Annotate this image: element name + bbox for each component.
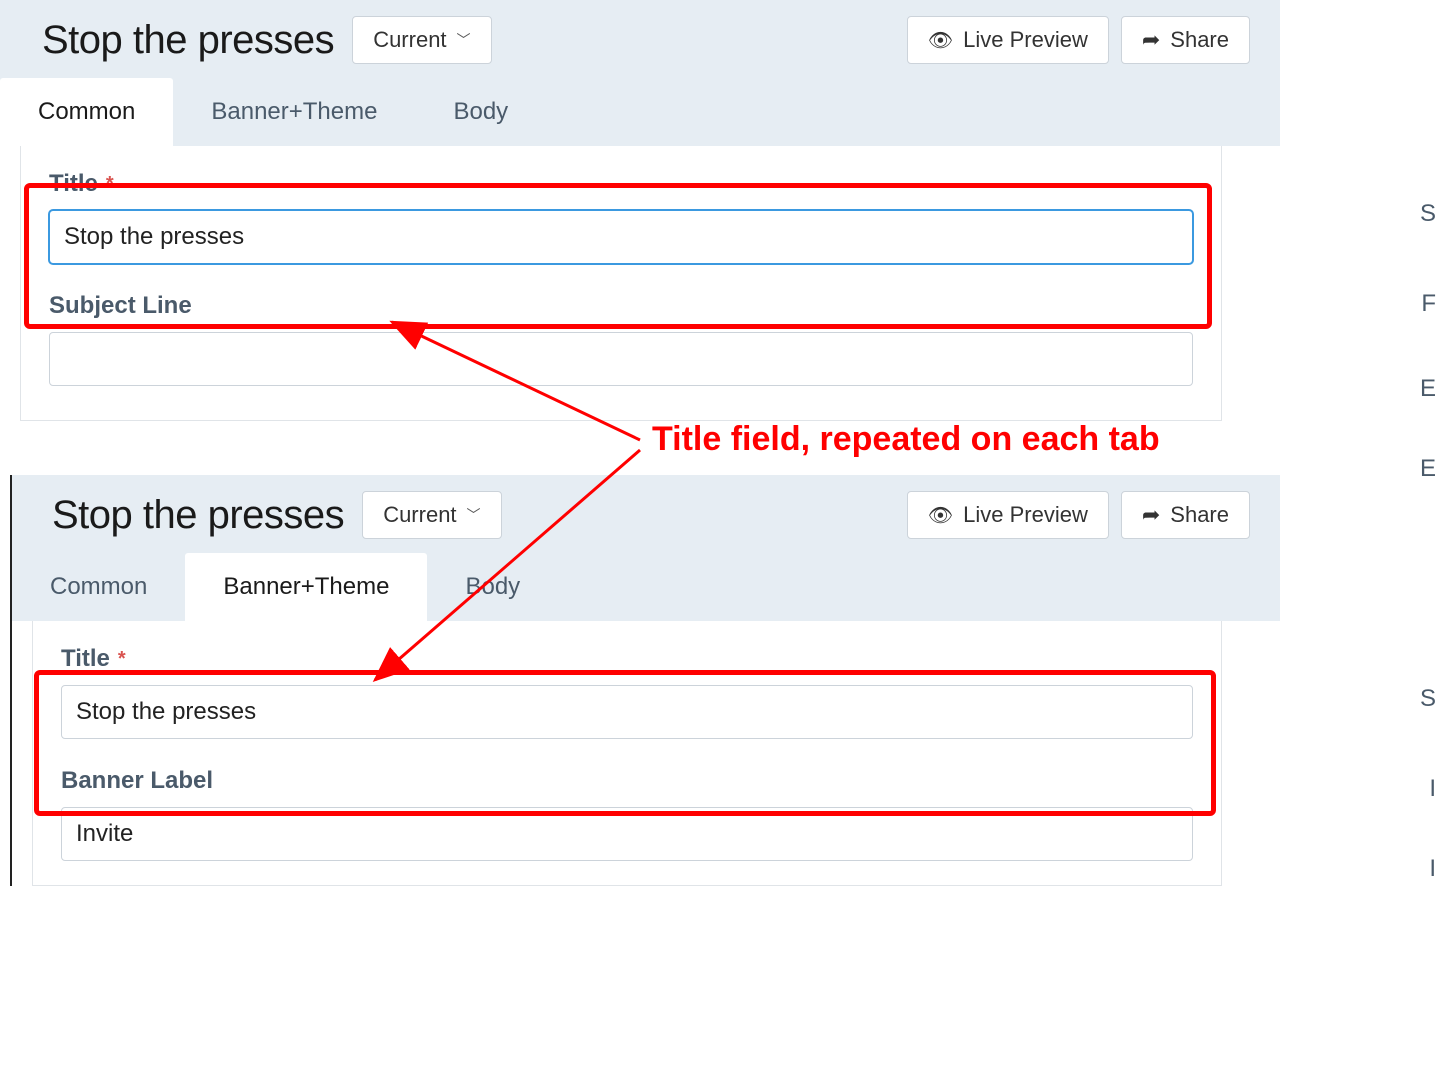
version-dropdown[interactable]: Current ﹀ [362,491,501,539]
banner-label-label: Banner Label [61,767,1193,795]
share-icon [1142,27,1160,53]
tab-banner-theme[interactable]: Banner+Theme [173,78,415,146]
tab-common[interactable]: Common [12,553,185,621]
page-title: Stop the presses [42,18,334,63]
eye-icon [928,502,953,528]
share-icon [1142,502,1160,528]
tab-body[interactable]: Body [415,78,546,146]
tab-banner-theme[interactable]: Banner+Theme [185,553,427,621]
share-label: Share [1170,27,1229,53]
eye-icon [928,27,953,53]
version-dropdown-label: Current [383,502,456,528]
title-label: Title * [49,170,1193,198]
editor-view-banner: Stop the presses Current ﹀ Live Preview … [10,475,1280,886]
live-preview-label: Live Preview [963,502,1088,528]
version-dropdown[interactable]: Current ﹀ [352,16,491,64]
field-subject-line: Subject Line [49,292,1193,386]
editor-view-common: Stop the presses Current ﹀ Live Preview … [0,0,1280,421]
form-area: Title * Banner Label [32,621,1222,886]
chevron-down-icon: ﹀ [457,30,471,50]
sidebar-stub: S [1420,685,1436,713]
chevron-down-icon: ﹀ [467,505,481,525]
field-title: Title * [49,170,1193,264]
sidebar-stub: S [1420,200,1436,228]
sidebar-stub: E [1420,455,1436,483]
sidebar-stub: I [1429,855,1436,883]
header-bar: Stop the presses Current ﹀ Live Preview … [0,0,1280,78]
sidebar-stub: E [1420,375,1436,403]
subject-line-label: Subject Line [49,292,1193,320]
required-icon: * [106,174,114,194]
title-input[interactable] [61,685,1193,739]
tabs: Common Banner+Theme Body [12,553,1280,621]
tab-body[interactable]: Body [427,553,558,621]
form-area: Title * Subject Line [20,146,1222,421]
header-actions: Live Preview Share [907,491,1250,539]
banner-label-input[interactable] [61,807,1193,861]
title-label: Title * [61,645,1193,673]
tab-common[interactable]: Common [0,78,173,146]
header-bar: Stop the presses Current ﹀ Live Preview … [12,475,1280,553]
share-button[interactable]: Share [1121,16,1250,64]
subject-line-input[interactable] [49,332,1193,386]
share-label: Share [1170,502,1229,528]
share-button[interactable]: Share [1121,491,1250,539]
required-icon: * [118,649,126,669]
version-dropdown-label: Current [373,27,446,53]
live-preview-label: Live Preview [963,27,1088,53]
field-banner-label: Banner Label [61,767,1193,861]
tabs: Common Banner+Theme Body [0,78,1280,146]
live-preview-button[interactable]: Live Preview [907,16,1109,64]
title-input[interactable] [49,210,1193,264]
header-actions: Live Preview Share [907,16,1250,64]
live-preview-button[interactable]: Live Preview [907,491,1109,539]
field-title: Title * [61,645,1193,739]
annotation-text: Title field, repeated on each tab [652,420,1160,459]
sidebar-stub: F [1421,290,1436,318]
sidebar-stub: I [1429,775,1436,803]
page-title: Stop the presses [52,493,344,538]
